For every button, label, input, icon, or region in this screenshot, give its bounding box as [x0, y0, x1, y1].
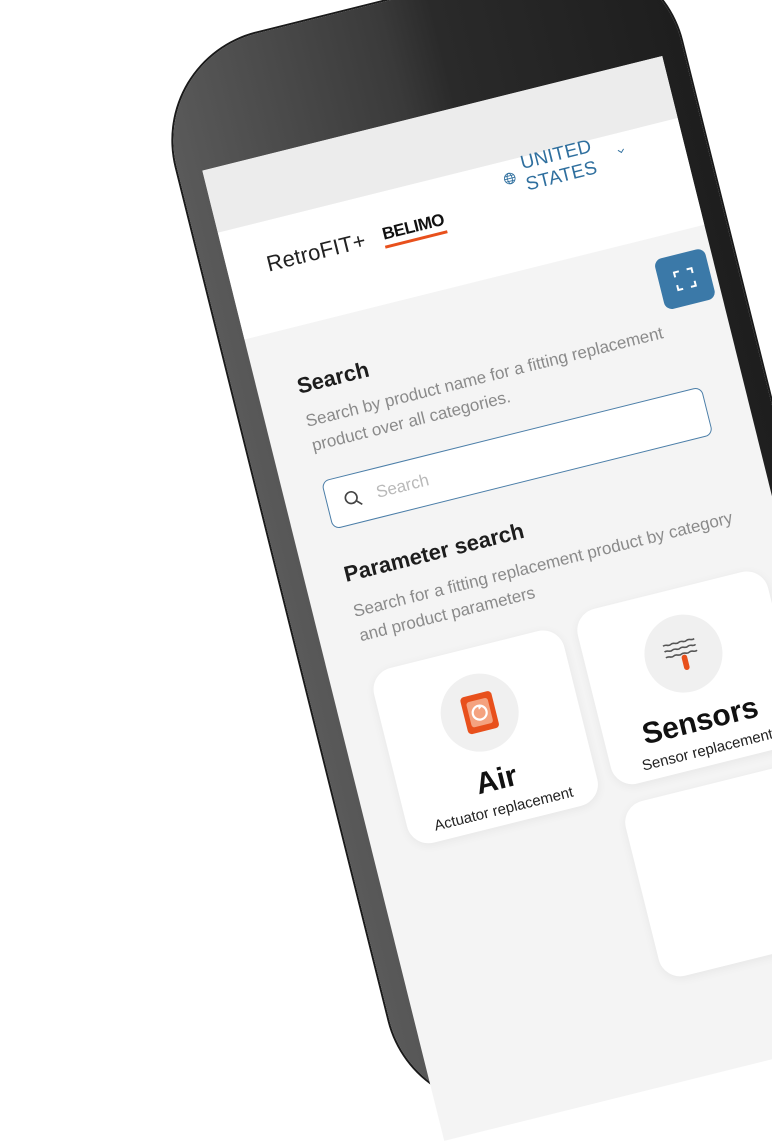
category-card-sensors[interactable]: Sensors Sensor replacement: [572, 566, 772, 789]
sensor-icon-circle: [636, 606, 731, 701]
search-icon: [344, 490, 363, 506]
scan-icon: [672, 266, 698, 292]
actuator-icon-circle: [432, 665, 527, 760]
category-card-partial[interactable]: [620, 758, 772, 981]
belimo-logo: BELIMO: [380, 209, 447, 247]
globe-icon: [503, 172, 516, 185]
app-name: RetroFIT+: [263, 227, 369, 277]
actuator-icon: [460, 691, 499, 735]
chevron-down-icon: [617, 148, 624, 154]
search-heading: Search: [294, 356, 372, 399]
scan-button[interactable]: [653, 247, 717, 311]
phone-frame: RetroFIT+ BELIMO UNITED STATES Search Se…: [150, 0, 772, 1141]
sensor-icon: [662, 637, 698, 670]
app-screen: RetroFIT+ BELIMO UNITED STATES Search Se…: [202, 55, 772, 1141]
brand-group: RetroFIT+ BELIMO UNITED STATES: [263, 136, 624, 277]
category-card-air[interactable]: Air Actuator replacement: [368, 625, 603, 848]
